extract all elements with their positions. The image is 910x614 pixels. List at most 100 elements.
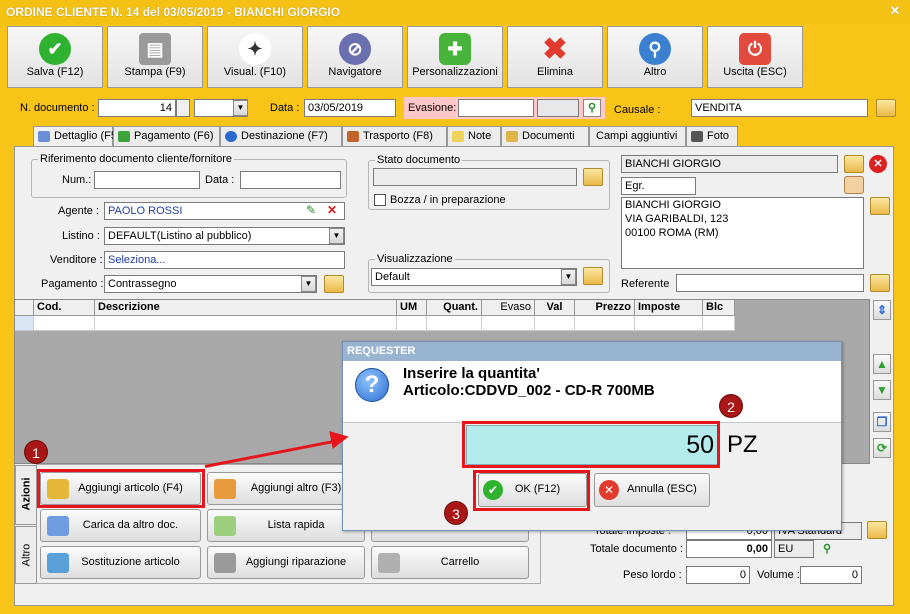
more-button[interactable]: ⚲ Altro — [607, 26, 703, 88]
edit-icon[interactable]: ✎ — [306, 203, 316, 217]
tab-documenti[interactable]: Documenti — [501, 126, 589, 147]
pagamento-select[interactable]: Contrassegno — [104, 275, 317, 293]
table-cell[interactable] — [575, 316, 635, 331]
col-prezzo[interactable]: Prezzo — [575, 300, 635, 316]
col-quant[interactable]: Quant. — [427, 300, 482, 316]
clear-icon[interactable]: ✕ — [327, 203, 337, 217]
move-down-icon[interactable]: ▼ — [873, 380, 891, 400]
table-cell[interactable] — [95, 316, 397, 331]
address-folder-icon[interactable] — [870, 197, 890, 215]
col-um[interactable]: UM — [397, 300, 427, 316]
col-descrizione[interactable]: Descrizione — [95, 300, 397, 316]
delete-button[interactable]: ✖ Elimina — [507, 26, 603, 88]
tab-trasporto[interactable]: Trasporto (F8) — [342, 126, 447, 147]
tab-dettaglio[interactable]: Dettaglio (F5) — [33, 126, 121, 148]
stato-input — [373, 168, 577, 186]
col-val[interactable]: Val — [535, 300, 575, 316]
refresh-icon[interactable]: ⟳ — [873, 438, 891, 458]
tab-destinazione[interactable]: Destinazione (F7) — [220, 126, 342, 147]
table-cell[interactable] — [535, 316, 575, 331]
venditore-input[interactable]: Seleziona... — [104, 251, 345, 269]
customize-button[interactable]: ✚ Personalizzazioni — [407, 26, 503, 88]
load-from-doc-button[interactable]: Carica da altro doc. — [40, 509, 201, 542]
dialog-title: REQUESTER — [343, 342, 841, 361]
save-button[interactable]: ✔ Salva (F12) — [7, 26, 103, 88]
table-cell[interactable] — [34, 316, 95, 331]
swap-icon — [47, 553, 69, 573]
detail-icon — [38, 131, 50, 142]
tab-campi-aggiuntivi[interactable]: Campi aggiuntivi — [589, 126, 686, 147]
add-repair-button[interactable]: Aggiungi riparazione — [207, 546, 365, 579]
listino-select[interactable]: DEFAULT(Listino al pubblico) — [104, 227, 345, 245]
folder-icon — [506, 131, 518, 142]
move-top-icon[interactable]: ⇕ — [873, 300, 891, 320]
peso-input[interactable]: 0 — [686, 566, 750, 584]
rif-data-label: Data : — [205, 174, 235, 186]
search-icon[interactable]: ⚲ — [818, 540, 836, 558]
dialog-message: Inserire la quantita' Articolo:CDDVD_002… — [403, 365, 655, 399]
col-imposte[interactable]: Imposte — [635, 300, 703, 316]
chevron-down-icon[interactable]: ▼ — [561, 269, 576, 285]
table-cell[interactable] — [427, 316, 482, 331]
magnifier-icon: ⚲ — [639, 33, 671, 65]
documento-value: 0,00 — [686, 540, 772, 558]
stato-folder-icon[interactable] — [583, 168, 603, 186]
magic-wand-icon: ✦ — [239, 33, 271, 65]
referente-folder-icon[interactable] — [870, 274, 890, 292]
salutation-input[interactable]: Egr. — [621, 177, 696, 195]
vtab-azioni[interactable]: Azioni — [15, 465, 37, 525]
print-button[interactable]: ▤ Stampa (F9) — [107, 26, 203, 88]
table-cell[interactable] — [397, 316, 427, 331]
visual-title: Visualizzazione — [375, 252, 455, 266]
compass-icon: ⊘ — [339, 33, 371, 65]
copy-icon[interactable]: ❐ — [873, 412, 891, 432]
bozza-checkbox[interactable] — [374, 194, 386, 206]
chevron-down-icon[interactable]: ▼ — [233, 100, 248, 116]
table-cell[interactable] — [635, 316, 703, 331]
data-input[interactable]: 03/05/2019 — [304, 99, 396, 117]
ndoc-input[interactable]: 14 — [98, 99, 176, 117]
close-icon[interactable]: ✕ — [888, 4, 902, 18]
move-up-icon[interactable]: ▲ — [873, 354, 891, 374]
col-evaso[interactable]: Evaso — [482, 300, 535, 316]
row-indicator[interactable] — [15, 316, 34, 331]
pagamento-folder-icon[interactable] — [324, 275, 344, 293]
col-blc[interactable]: Blc — [703, 300, 735, 316]
cancel-button[interactable]: ✕ Annulla (ESC) — [594, 473, 710, 507]
navigator-button[interactable]: ⊘ Navigatore — [307, 26, 403, 88]
document-icon — [47, 516, 69, 536]
person-icon[interactable] — [844, 176, 864, 194]
documento-label: Totale documento : — [590, 543, 683, 555]
table-cell[interactable] — [482, 316, 535, 331]
evasione-label: Evasione: — [408, 102, 457, 114]
tab-pagamento[interactable]: Pagamento (F6) — [113, 126, 220, 147]
tab-foto[interactable]: Foto — [686, 126, 738, 147]
address-box[interactable]: BIANCHI GIORGIO VIA GARIBALDI, 123 00100… — [621, 197, 864, 269]
chevron-down-icon[interactable]: ▼ — [329, 228, 344, 244]
ndoc-suffix-field[interactable] — [176, 99, 190, 117]
replace-article-button[interactable]: Sostituzione articolo — [40, 546, 201, 579]
tab-note[interactable]: Note — [447, 126, 501, 147]
vtab-altro[interactable]: Altro — [15, 526, 37, 584]
referente-input[interactable] — [676, 274, 864, 292]
visual-folder-icon[interactable] — [583, 267, 603, 285]
iva-folder-icon[interactable] — [867, 521, 887, 539]
causale-input[interactable]: VENDITA — [691, 99, 868, 117]
num-input[interactable] — [94, 171, 200, 189]
volume-input[interactable]: 0 — [800, 566, 862, 584]
peso-label: Peso lordo : — [623, 569, 682, 581]
remove-icon[interactable]: ✕ — [869, 155, 887, 173]
cart-button[interactable]: Carrello — [371, 546, 529, 579]
exit-button[interactable]: ⏻ Uscita (ESC) — [707, 26, 803, 88]
rif-data-input[interactable] — [240, 171, 341, 189]
cliente-folder-icon[interactable] — [844, 155, 864, 173]
preview-button[interactable]: ✦ Visual. (F10) — [207, 26, 303, 88]
chevron-down-icon[interactable]: ▼ — [301, 276, 316, 292]
evasione-input[interactable] — [458, 99, 534, 117]
table-cell[interactable] — [703, 316, 735, 331]
col-cod[interactable]: Cod. — [34, 300, 95, 316]
search-icon[interactable]: ⚲ — [583, 99, 601, 117]
data-label: Data : — [270, 102, 300, 114]
visual-select[interactable]: Default — [371, 268, 577, 286]
causale-folder-icon[interactable] — [876, 99, 896, 117]
